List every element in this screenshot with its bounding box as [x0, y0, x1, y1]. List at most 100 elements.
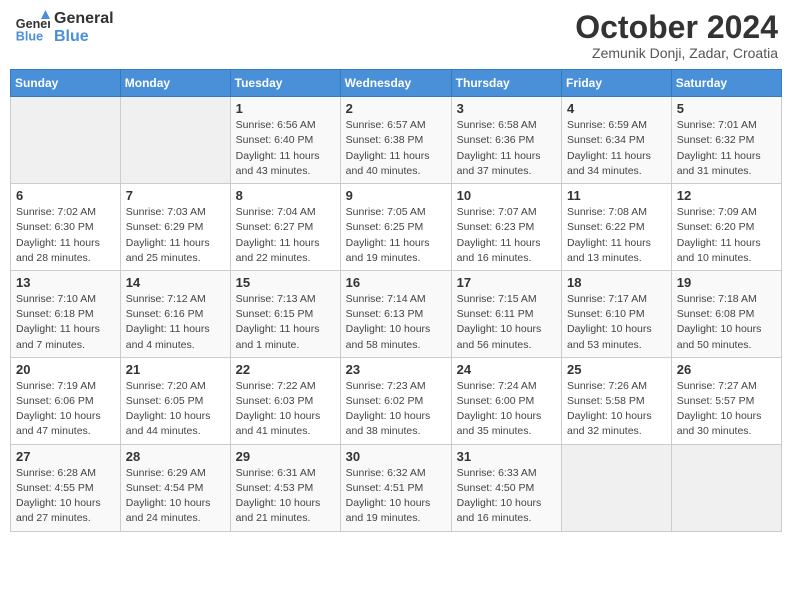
day-info: Sunrise: 7:09 AM Sunset: 6:20 PM Dayligh… — [677, 205, 776, 266]
calendar-cell: 5Sunrise: 7:01 AM Sunset: 6:32 PM Daylig… — [671, 97, 781, 184]
calendar-cell: 28 Sunrise: 6:29 AM Sunset: 4:54 PM Dayli… — [120, 444, 230, 531]
day-number: 24 — [457, 362, 556, 377]
day-info: Sunrise: 6:28 AM Sunset: 4:55 PM Dayligh… — [16, 466, 115, 527]
calendar-cell: 1 Sunrise: 6:56 AM Sunset: 6:40 PM Daylig… — [230, 97, 340, 184]
day-number: 3 — [457, 101, 556, 116]
calendar-week-row: 1 Sunrise: 6:56 AM Sunset: 6:40 PM Daylig… — [11, 97, 782, 184]
day-number: 13 — [16, 275, 115, 290]
day-info: Sunrise: 7:19 AM Sunset: 6:06 PM Dayligh… — [16, 379, 115, 440]
calendar-cell: 30 Sunrise: 6:32 AM Sunset: 4:51 PM Dayli… — [340, 444, 451, 531]
day-info: Sunrise: 7:02 AM Sunset: 6:30 PM Dayligh… — [16, 205, 115, 266]
day-info: Sunrise: 7:18 AM Sunset: 6:08 PM Dayligh… — [677, 292, 776, 353]
calendar-cell: 10Sunrise: 7:07 AM Sunset: 6:23 PM Dayli… — [451, 184, 561, 271]
calendar-cell: 14 Sunrise: 7:12 AM Sunset: 6:16 PM Dayli… — [120, 270, 230, 357]
calendar-body: 1 Sunrise: 6:56 AM Sunset: 6:40 PM Daylig… — [11, 97, 782, 531]
day-info: Sunrise: 6:58 AM Sunset: 6:36 PM Dayligh… — [457, 118, 556, 179]
calendar-header-row: SundayMondayTuesdayWednesdayThursdayFrid… — [11, 70, 782, 97]
day-info: Sunrise: 7:14 AM Sunset: 6:13 PM Dayligh… — [346, 292, 446, 353]
day-of-week-header: Tuesday — [230, 70, 340, 97]
day-of-week-header: Thursday — [451, 70, 561, 97]
day-number: 2 — [346, 101, 446, 116]
day-number: 25 — [567, 362, 666, 377]
calendar-cell: 25 Sunrise: 7:26 AM Sunset: 5:58 PM Dayli… — [562, 357, 672, 444]
calendar-cell: 17Sunrise: 7:15 AM Sunset: 6:11 PM Dayli… — [451, 270, 561, 357]
calendar-cell: 4Sunrise: 6:59 AM Sunset: 6:34 PM Daylig… — [562, 97, 672, 184]
day-number: 17 — [457, 275, 556, 290]
calendar-cell: 18Sunrise: 7:17 AM Sunset: 6:10 PM Dayli… — [562, 270, 672, 357]
day-info: Sunrise: 7:12 AM Sunset: 6:16 PM Dayligh… — [126, 292, 225, 353]
location: Zemunik Donji, Zadar, Croatia — [575, 45, 778, 61]
calendar-cell: 31Sunrise: 6:33 AM Sunset: 4:50 PM Dayli… — [451, 444, 561, 531]
day-info: Sunrise: 6:56 AM Sunset: 6:40 PM Dayligh… — [236, 118, 335, 179]
calendar-cell: 13Sunrise: 7:10 AM Sunset: 6:18 PM Dayli… — [11, 270, 121, 357]
logo-icon: General Blue — [14, 10, 50, 46]
day-number: 12 — [677, 188, 776, 203]
day-info: Sunrise: 6:57 AM Sunset: 6:38 PM Dayligh… — [346, 118, 446, 179]
day-number: 8 — [236, 188, 335, 203]
day-number: 10 — [457, 188, 556, 203]
day-number: 26 — [677, 362, 776, 377]
day-info: Sunrise: 7:23 AM Sunset: 6:02 PM Dayligh… — [346, 379, 446, 440]
day-info: Sunrise: 6:59 AM Sunset: 6:34 PM Dayligh… — [567, 118, 666, 179]
logo: General Blue General Blue — [14, 10, 114, 46]
month-title: October 2024 — [575, 10, 778, 45]
day-number: 14 — [126, 275, 225, 290]
calendar-cell — [562, 444, 672, 531]
calendar-cell — [671, 444, 781, 531]
svg-text:Blue: Blue — [16, 30, 43, 44]
day-info: Sunrise: 7:27 AM Sunset: 5:57 PM Dayligh… — [677, 379, 776, 440]
day-info: Sunrise: 7:26 AM Sunset: 5:58 PM Dayligh… — [567, 379, 666, 440]
calendar-cell: 12 Sunrise: 7:09 AM Sunset: 6:20 PM Dayli… — [671, 184, 781, 271]
day-number: 22 — [236, 362, 335, 377]
calendar-cell: 23Sunrise: 7:23 AM Sunset: 6:02 PM Dayli… — [340, 357, 451, 444]
calendar-cell: 16 Sunrise: 7:14 AM Sunset: 6:13 PM Dayli… — [340, 270, 451, 357]
logo-blue: Blue — [54, 28, 114, 46]
calendar-cell: 11 Sunrise: 7:08 AM Sunset: 6:22 PM Dayli… — [562, 184, 672, 271]
day-of-week-header: Sunday — [11, 70, 121, 97]
logo-general: General — [54, 10, 114, 28]
day-number: 30 — [346, 449, 446, 464]
calendar-cell: 24 Sunrise: 7:24 AM Sunset: 6:00 PM Dayli… — [451, 357, 561, 444]
day-number: 7 — [126, 188, 225, 203]
calendar-week-row: 6 Sunrise: 7:02 AM Sunset: 6:30 PM Daylig… — [11, 184, 782, 271]
day-number: 11 — [567, 188, 666, 203]
day-number: 21 — [126, 362, 225, 377]
calendar-cell — [120, 97, 230, 184]
calendar-cell: 2 Sunrise: 6:57 AM Sunset: 6:38 PM Daylig… — [340, 97, 451, 184]
calendar-week-row: 13Sunrise: 7:10 AM Sunset: 6:18 PM Dayli… — [11, 270, 782, 357]
calendar-cell: 26 Sunrise: 7:27 AM Sunset: 5:57 PM Dayli… — [671, 357, 781, 444]
day-number: 15 — [236, 275, 335, 290]
calendar-cell: 9 Sunrise: 7:05 AM Sunset: 6:25 PM Daylig… — [340, 184, 451, 271]
calendar-cell: 15Sunrise: 7:13 AM Sunset: 6:15 PM Dayli… — [230, 270, 340, 357]
calendar-cell: 7Sunrise: 7:03 AM Sunset: 6:29 PM Daylig… — [120, 184, 230, 271]
day-info: Sunrise: 6:32 AM Sunset: 4:51 PM Dayligh… — [346, 466, 446, 527]
calendar-cell: 20 Sunrise: 7:19 AM Sunset: 6:06 PM Dayli… — [11, 357, 121, 444]
day-info: Sunrise: 7:04 AM Sunset: 6:27 PM Dayligh… — [236, 205, 335, 266]
day-info: Sunrise: 7:08 AM Sunset: 6:22 PM Dayligh… — [567, 205, 666, 266]
calendar-week-row: 27 Sunrise: 6:28 AM Sunset: 4:55 PM Dayli… — [11, 444, 782, 531]
day-number: 19 — [677, 275, 776, 290]
day-number: 5 — [677, 101, 776, 116]
day-number: 1 — [236, 101, 335, 116]
calendar-cell — [11, 97, 121, 184]
day-of-week-header: Wednesday — [340, 70, 451, 97]
day-of-week-header: Saturday — [671, 70, 781, 97]
day-of-week-header: Friday — [562, 70, 672, 97]
calendar-cell: 21Sunrise: 7:20 AM Sunset: 6:05 PM Dayli… — [120, 357, 230, 444]
day-number: 9 — [346, 188, 446, 203]
day-number: 6 — [16, 188, 115, 203]
day-number: 27 — [16, 449, 115, 464]
title-block: October 2024 Zemunik Donji, Zadar, Croat… — [575, 10, 778, 61]
calendar-cell: 6 Sunrise: 7:02 AM Sunset: 6:30 PM Daylig… — [11, 184, 121, 271]
day-info: Sunrise: 7:22 AM Sunset: 6:03 PM Dayligh… — [236, 379, 335, 440]
day-number: 20 — [16, 362, 115, 377]
day-number: 31 — [457, 449, 556, 464]
day-number: 29 — [236, 449, 335, 464]
day-info: Sunrise: 7:05 AM Sunset: 6:25 PM Dayligh… — [346, 205, 446, 266]
calendar-table: SundayMondayTuesdayWednesdayThursdayFrid… — [10, 69, 782, 531]
day-number: 28 — [126, 449, 225, 464]
day-info: Sunrise: 7:24 AM Sunset: 6:00 PM Dayligh… — [457, 379, 556, 440]
day-number: 16 — [346, 275, 446, 290]
calendar-cell: 22 Sunrise: 7:22 AM Sunset: 6:03 PM Dayli… — [230, 357, 340, 444]
day-info: Sunrise: 6:29 AM Sunset: 4:54 PM Dayligh… — [126, 466, 225, 527]
